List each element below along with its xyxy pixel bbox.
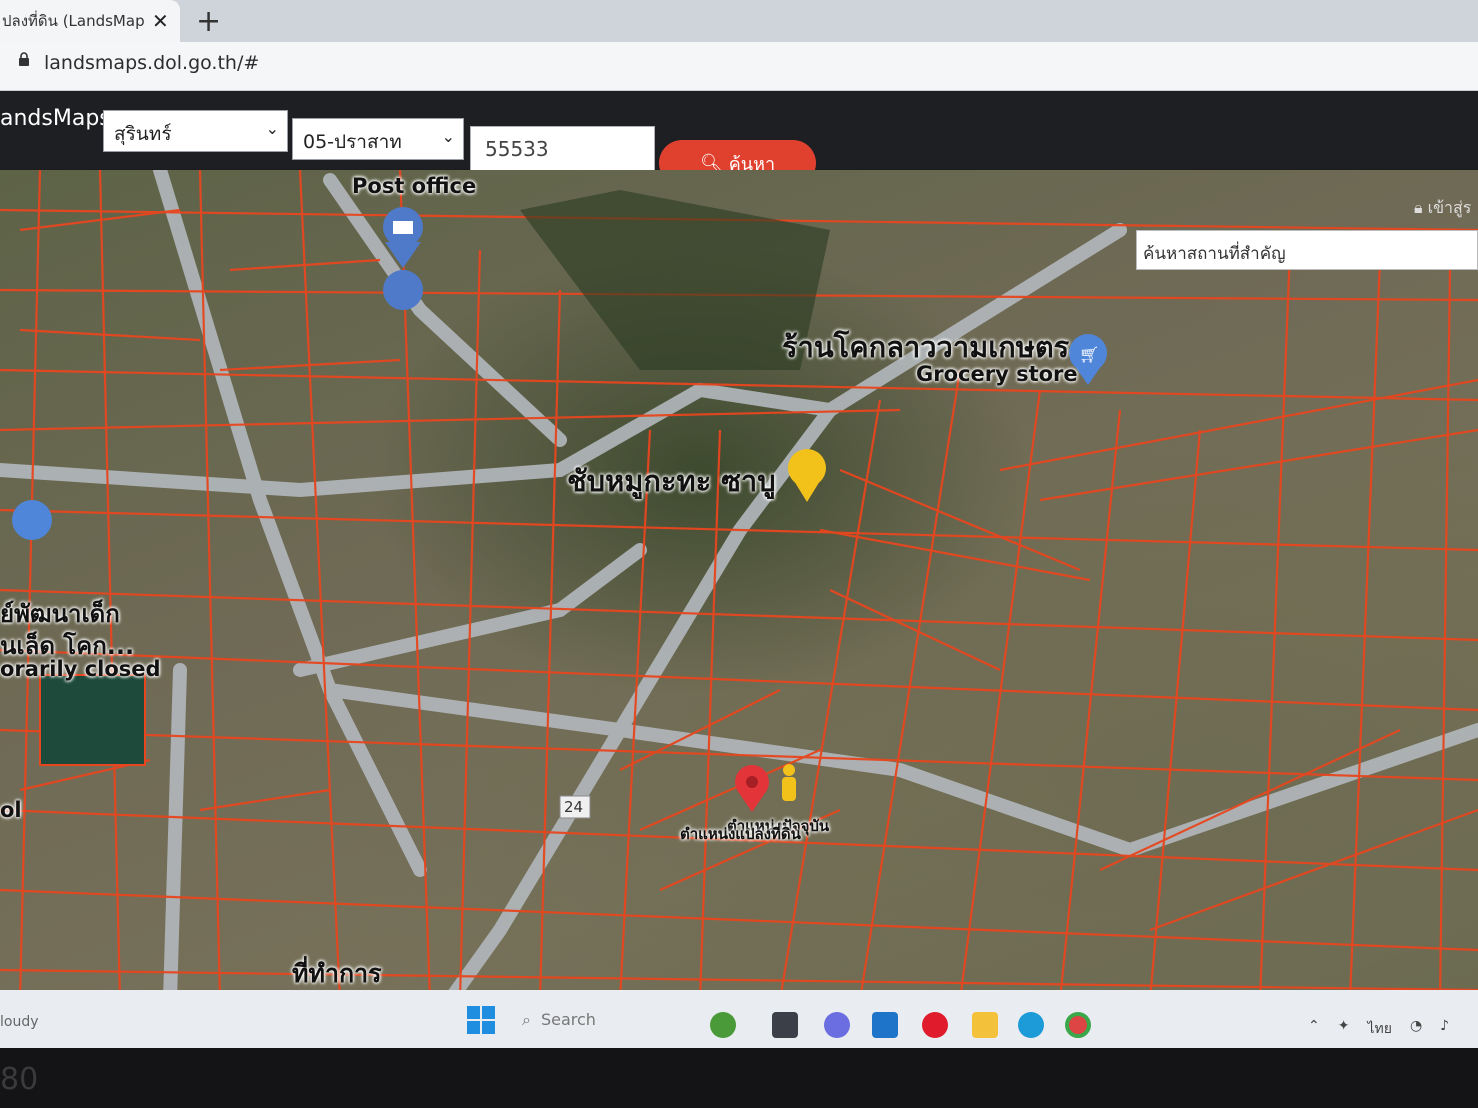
satellite-map[interactable]: 🛒︎ Post office ร้านโคกลาววามเกษตร Grocer… xyxy=(0,170,1478,1000)
mail-icon[interactable] xyxy=(872,1012,898,1038)
district-value: 05-ปราสาท xyxy=(303,131,402,153)
map-label-restaurant: ชับหมูกะทะ ซาบู xyxy=(567,464,776,498)
province-value: สุรินทร์ xyxy=(114,123,172,145)
weather-widget[interactable]: loudy xyxy=(0,1014,39,1030)
taskbar-search-label: Search xyxy=(540,1010,596,1029)
pond xyxy=(39,674,146,766)
brand-logo-text: andsMaps xyxy=(0,106,111,131)
network-icon[interactable]: ✦ xyxy=(1338,1018,1350,1040)
map-label-temp-closed: orarily closed xyxy=(0,657,161,681)
laptop-bezel xyxy=(0,1048,1478,1108)
new-tab-button[interactable]: + xyxy=(196,4,221,39)
chevron-up-icon[interactable]: ⌃ xyxy=(1308,1018,1320,1040)
map-label-parcel-location: ตำแหน่งแปลงที่ดิน xyxy=(680,825,801,843)
taskbar-search[interactable]: ⌕ Search xyxy=(522,1010,596,1030)
map-label-grocery: Grocery store xyxy=(916,362,1078,386)
restaurant-pin xyxy=(788,449,826,502)
wifi-icon[interactable]: ◔ xyxy=(1410,1018,1422,1040)
login-label: เข้าสู่ร xyxy=(1427,198,1472,217)
person-icon xyxy=(782,764,796,801)
tab-strip xyxy=(0,0,1478,42)
parcel-overlay: 🛒︎ xyxy=(0,170,1478,1000)
district-select[interactable]: 05-ปราสาท ⌄ xyxy=(292,118,464,160)
red-location-pin xyxy=(735,765,769,812)
place-search-input[interactable]: ค้นหาสถานที่สำคัญ xyxy=(1136,230,1478,270)
chevron-down-icon: ⌄ xyxy=(441,127,455,146)
province-select[interactable]: สุรินทร์ ⌄ xyxy=(103,110,288,152)
browser-tab[interactable]: ปลงที่ดิน (LandsMaps ✕ xyxy=(0,0,180,42)
left-blue-pin xyxy=(12,500,52,540)
system-tray[interactable]: ⌃ ✦ ไทย ◔ ♪ xyxy=(1308,1018,1449,1040)
bezel-model-label: 80 xyxy=(0,1062,39,1097)
opera-icon[interactable] xyxy=(922,1012,948,1038)
login-link[interactable]: 🔒︎ เข้าสู่ร xyxy=(1414,196,1471,221)
folder-icon[interactable] xyxy=(972,1012,998,1038)
chevron-down-icon: ⌄ xyxy=(265,119,279,138)
language-indicator[interactable]: ไทย xyxy=(1367,1018,1391,1040)
map-label-post-office: Post office xyxy=(352,174,477,198)
parcel-number-input[interactable]: 55533 xyxy=(470,126,655,172)
tab-title: ปลงที่ดิน (LandsMaps xyxy=(2,12,144,30)
edge-icon[interactable] xyxy=(1018,1012,1044,1038)
close-icon[interactable]: ✕ xyxy=(152,9,169,33)
file-manager-icon[interactable] xyxy=(772,1012,798,1038)
volume-icon[interactable]: ♪ xyxy=(1440,1018,1449,1040)
route-number: 24 xyxy=(564,798,584,816)
chrome-icon[interactable] xyxy=(1065,1012,1091,1038)
chat-icon[interactable] xyxy=(824,1012,850,1038)
map-label-ool: ol xyxy=(0,798,22,822)
windows-start-icon[interactable] xyxy=(467,1006,495,1034)
lock-icon xyxy=(19,52,29,66)
svg-text:🛒︎: 🛒︎ xyxy=(1079,345,1099,364)
map-label-office: ที่ทำการ xyxy=(292,959,382,988)
search-icon: ⌕ xyxy=(522,1010,531,1029)
url-text[interactable]: landsmaps.dol.go.th/# xyxy=(44,52,259,74)
windows-taskbar xyxy=(0,990,1478,1048)
widgets-icon[interactable] xyxy=(710,1012,736,1038)
